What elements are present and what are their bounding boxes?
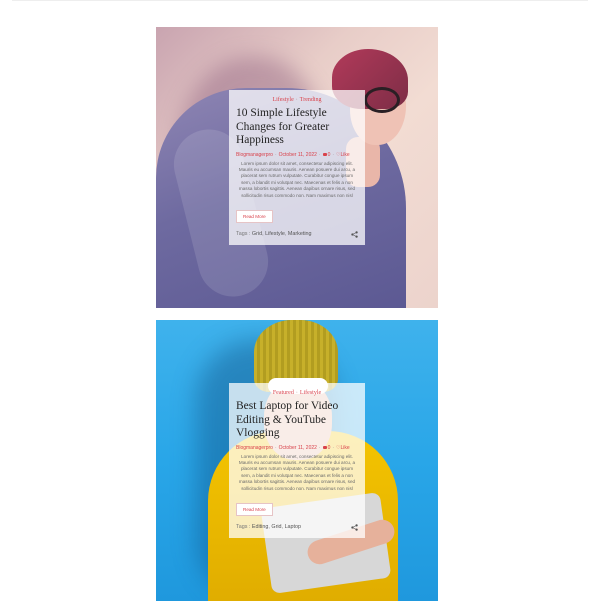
tag-link[interactable]: Marketing xyxy=(288,231,312,237)
share-icon[interactable] xyxy=(351,231,358,238)
photo-glasses xyxy=(364,87,400,113)
comment-count[interactable]: 0 xyxy=(328,445,331,451)
post-footer: Tags : Editing, Grid, Laptop xyxy=(236,524,358,531)
post-meta: Blogmanagerpro · October 11, 2022 · 0 · ♡Like xyxy=(236,445,358,451)
like-label[interactable]: Like xyxy=(341,152,350,158)
tag-link[interactable]: Grid xyxy=(271,524,281,530)
category-link[interactable]: Featured xyxy=(273,390,294,396)
post-author[interactable]: Blogmanagerpro xyxy=(236,445,273,451)
post-date[interactable]: October 11, 2022 xyxy=(279,152,317,158)
meta-separator: · xyxy=(318,151,321,158)
tag-link[interactable]: Grid xyxy=(252,231,262,237)
post-title[interactable]: 10 Simple Lifestyle Changes for Greater … xyxy=(236,107,358,148)
category-separator: · xyxy=(295,390,298,396)
comment-count[interactable]: 0 xyxy=(328,152,331,158)
tags-label: Tags : xyxy=(236,524,251,531)
post-title[interactable]: Best Laptop for Video Editing & YouTube … xyxy=(236,400,358,441)
meta-separator: · xyxy=(318,444,321,451)
post-meta: Blogmanagerpro · October 11, 2022 · 0 · ♡Like xyxy=(236,152,358,158)
post-tags: Tags : Grid, Lifestyle, Marketing xyxy=(236,231,312,238)
like-label[interactable]: Like xyxy=(341,445,350,451)
category-link[interactable]: Lifestyle xyxy=(300,390,321,396)
read-more-button[interactable]: Read More xyxy=(236,209,273,223)
post-overlay-card: Featured · Lifestyle Best Laptop for Video… xyxy=(229,383,365,538)
comment-icon xyxy=(322,152,327,156)
blog-post-card: Lifestyle · Trending 10 Simple Lifestyle C… xyxy=(156,27,438,308)
tag-link[interactable]: Editing xyxy=(252,524,268,530)
meta-separator: · xyxy=(332,444,335,451)
post-footer: Tags : Grid, Lifestyle, Marketing xyxy=(236,231,358,238)
share-icon[interactable] xyxy=(351,524,358,531)
post-excerpt: Lorem ipsum dolor sit amet, consectetur … xyxy=(238,453,356,491)
post-overlay-card: Lifestyle · Trending 10 Simple Lifestyle C… xyxy=(229,90,365,245)
meta-separator: · xyxy=(274,444,277,451)
post-excerpt: Lorem ipsum dolor sit amet, consectetur … xyxy=(238,160,356,198)
meta-separator: · xyxy=(274,151,277,158)
category-separator: · xyxy=(295,97,298,103)
post-categories: Lifestyle · Trending xyxy=(236,97,358,103)
post-author[interactable]: Blogmanagerpro xyxy=(236,152,273,158)
post-tags: Tags : Editing, Grid, Laptop xyxy=(236,524,302,531)
top-divider xyxy=(12,0,588,1)
meta-separator: · xyxy=(332,151,335,158)
tags-label: Tags : xyxy=(236,231,251,238)
tag-link[interactable]: Lifestyle xyxy=(265,231,285,237)
post-date[interactable]: October 11, 2022 xyxy=(279,445,317,451)
blog-post-card: Featured · Lifestyle Best Laptop for Video… xyxy=(156,320,438,601)
post-categories: Featured · Lifestyle xyxy=(236,390,358,396)
category-link[interactable]: Trending xyxy=(300,97,322,103)
comment-icon xyxy=(322,445,327,449)
read-more-button[interactable]: Read More xyxy=(236,502,273,516)
tag-link[interactable]: Laptop xyxy=(285,524,302,530)
category-link[interactable]: Lifestyle xyxy=(272,97,293,103)
